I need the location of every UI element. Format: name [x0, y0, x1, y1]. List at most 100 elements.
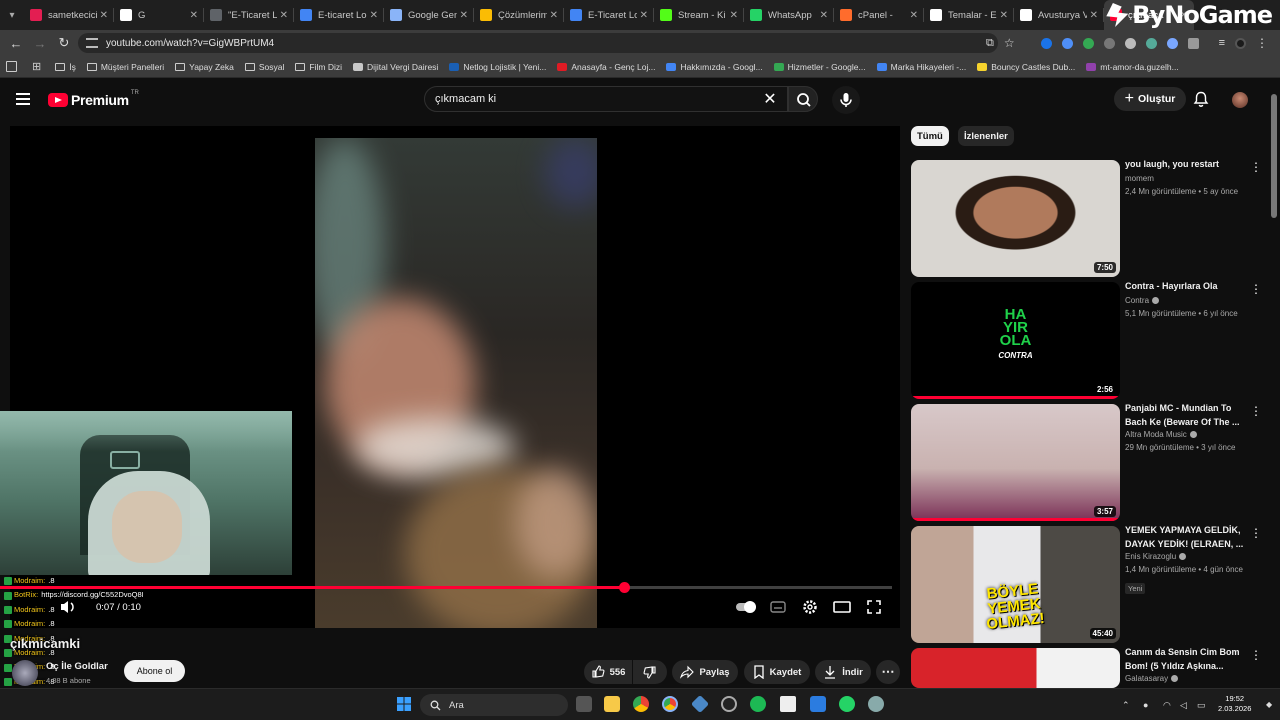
browser-tab[interactable]: sametkecici ✕ — [24, 0, 114, 30]
tab-close-icon[interactable]: ✕ — [190, 10, 198, 21]
more-options-icon[interactable]: ⋮ — [1250, 405, 1262, 420]
browser-tab[interactable]: G ✕ — [114, 0, 204, 30]
battery-icon[interactable]: ▭ — [1197, 700, 1207, 710]
browser-tab[interactable]: Stream - Ki ✕ — [654, 0, 744, 30]
address-bar[interactable]: youtube.com/watch?v=GigWBPrtUM4 — [78, 33, 998, 53]
tab-close-icon[interactable]: ✕ — [1000, 10, 1008, 21]
recommendation-channel[interactable]: momem — [1125, 174, 1154, 183]
notifications-icon[interactable]: ◆ — [1266, 700, 1276, 710]
account-avatar[interactable] — [1232, 92, 1248, 108]
share-button[interactable]: Paylaş — [672, 660, 738, 684]
extension-icon[interactable] — [1145, 37, 1157, 49]
bookmark-link[interactable]: Anasayfa - Genç Loj... — [557, 62, 655, 72]
bookmark-folder[interactable]: Yapay Zeka — [175, 62, 234, 72]
tab-close-icon[interactable]: ✕ — [280, 10, 288, 21]
bookmark-link[interactable]: mt-amor-da.guzelh... — [1086, 62, 1179, 72]
recommendation-channel[interactable]: Galatasaray — [1125, 674, 1179, 683]
bookmark-folder[interactable]: Müşteri Panelleri — [86, 62, 164, 72]
wifi-icon[interactable]: ◠ — [1163, 700, 1173, 710]
recommendation-channel[interactable]: Altra Moda Music — [1125, 430, 1197, 439]
forward-icon[interactable]: → — [28, 30, 52, 56]
spotify-icon[interactable] — [750, 696, 766, 712]
recommendation-thumbnail[interactable] — [911, 648, 1120, 688]
settings-gear-icon[interactable] — [800, 598, 820, 616]
autoplay-toggle[interactable] — [735, 598, 757, 616]
tab-close-icon[interactable]: ✕ — [820, 10, 828, 21]
tab-close-icon[interactable]: ✕ — [1090, 10, 1098, 21]
windows-start-icon[interactable] — [396, 696, 412, 712]
subtitles-icon[interactable] — [768, 598, 788, 616]
notepad-icon[interactable] — [780, 696, 796, 712]
more-options-icon[interactable]: ⋮ — [1250, 283, 1262, 298]
voice-search-button[interactable] — [832, 86, 860, 114]
chip-all[interactable]: Tümü — [911, 126, 949, 146]
tab-close-icon[interactable]: ✕ — [100, 10, 108, 21]
chip-watched[interactable]: İzlenenler — [958, 126, 1014, 146]
volume-icon[interactable]: ◁ — [1180, 700, 1190, 710]
app-icon[interactable] — [690, 694, 710, 714]
bookmark-folder[interactable]: Sosyal — [244, 62, 284, 72]
bookmark-folder[interactable]: İş — [55, 62, 76, 72]
browser-tab[interactable]: Avusturya V ✕ — [1014, 0, 1104, 30]
search-button[interactable] — [788, 86, 818, 112]
install-icon[interactable]: ⧉ — [986, 37, 994, 50]
like-button[interactable]: 556 — [584, 660, 632, 684]
bookmark-link[interactable]: Netlog Lojistik | Yeni... — [449, 62, 546, 72]
recommendation-title[interactable]: Canım da Sensin Cim Bom Bom! (5 Yıldız A… — [1125, 646, 1245, 673]
back-icon[interactable]: ← — [4, 30, 28, 56]
profile-avatar[interactable] — [1235, 37, 1246, 49]
settings-icon[interactable] — [868, 696, 884, 712]
tab-search-icon[interactable]: ▾ — [0, 0, 24, 30]
apps-grid-icon[interactable]: ⊞ — [32, 60, 41, 73]
recommendation-thumbnail[interactable]: HA YIR OLA CONTRA 2:56 — [911, 282, 1120, 399]
recommendation-title[interactable]: YEMEK YAPMAYA GELDİK, DAYAK YEDİK! (ELRA… — [1125, 524, 1245, 551]
notifications-bell-icon[interactable] — [1192, 90, 1210, 108]
theater-mode-icon[interactable] — [832, 598, 852, 616]
browser-tab[interactable]: Çözümlerim ✕ — [474, 0, 564, 30]
fullscreen-icon[interactable] — [864, 598, 884, 616]
save-button[interactable]: Kaydet — [744, 660, 810, 684]
extension-icon[interactable] — [1103, 37, 1115, 49]
recommendation-thumbnail[interactable]: BÖYLE YEMEK OLMAZ! 45:40 — [911, 526, 1120, 643]
browser-tab[interactable]: Temalar - E ✕ — [924, 0, 1014, 30]
extensions-puzzle-icon[interactable] — [1187, 37, 1199, 49]
reload-icon[interactable]: ↻ — [52, 30, 76, 56]
download-button[interactable]: İndir — [815, 660, 871, 684]
steam-icon[interactable] — [721, 696, 737, 712]
dislike-button[interactable] — [633, 660, 667, 684]
show-hidden-icons-chevron[interactable]: ⌃ — [1122, 700, 1132, 710]
subscribe-button[interactable]: Abone ol — [124, 660, 185, 682]
chrome-profile-icon[interactable] — [662, 696, 678, 712]
clear-search-icon[interactable]: ✕ — [760, 86, 780, 112]
extension-icon[interactable] — [1040, 37, 1052, 49]
search-input[interactable]: çıkmacam ki — [424, 86, 788, 112]
extension-icon[interactable] — [1124, 37, 1136, 49]
tab-close-icon[interactable]: ✕ — [460, 10, 468, 21]
bookmark-link[interactable]: Bouncy Castles Dub... — [977, 62, 1075, 72]
channel-avatar[interactable] — [12, 660, 38, 686]
reading-mode-icon[interactable]: ≡ — [1219, 37, 1225, 49]
bookmark-link[interactable]: Hakkımızda - Googl... — [666, 62, 763, 72]
more-options-icon[interactable]: ⋮ — [1250, 649, 1262, 664]
menu-icon[interactable] — [16, 93, 30, 105]
browser-tab[interactable]: cPanel - ✕ — [834, 0, 924, 30]
create-button[interactable]: + Oluştur — [1114, 87, 1186, 111]
bookmark-star-icon[interactable]: ☆ — [1004, 36, 1015, 50]
chrome-icon[interactable] — [633, 696, 649, 712]
browser-tab[interactable]: E-Ticaret Lo ✕ — [564, 0, 654, 30]
taskbar-search[interactable]: Ara — [420, 694, 568, 716]
browser-tab[interactable]: "E-Ticaret L ✕ — [204, 0, 294, 30]
recommendation-channel[interactable]: Enis Kirazoglu — [1125, 552, 1187, 561]
taskbar-clock[interactable]: 19:52 2.03.2026 — [1218, 694, 1251, 714]
bookmark-link[interactable]: Marka Hikayeleri -... — [876, 62, 966, 72]
app-icon[interactable] — [810, 696, 826, 712]
recommendation-title[interactable]: Contra - Hayırlara Ola — [1125, 280, 1245, 294]
whatsapp-icon[interactable] — [839, 696, 855, 712]
tab-close-icon[interactable]: ✕ — [550, 10, 558, 21]
tab-close-icon[interactable]: ✕ — [910, 10, 918, 21]
microphone-icon[interactable]: ● — [1143, 700, 1153, 710]
tab-close-icon[interactable]: ✕ — [730, 10, 738, 21]
tab-close-icon[interactable]: ✕ — [640, 10, 648, 21]
browser-menu-icon[interactable]: ⋮ — [1256, 36, 1268, 50]
recommendation-channel[interactable]: Contra — [1125, 296, 1160, 305]
